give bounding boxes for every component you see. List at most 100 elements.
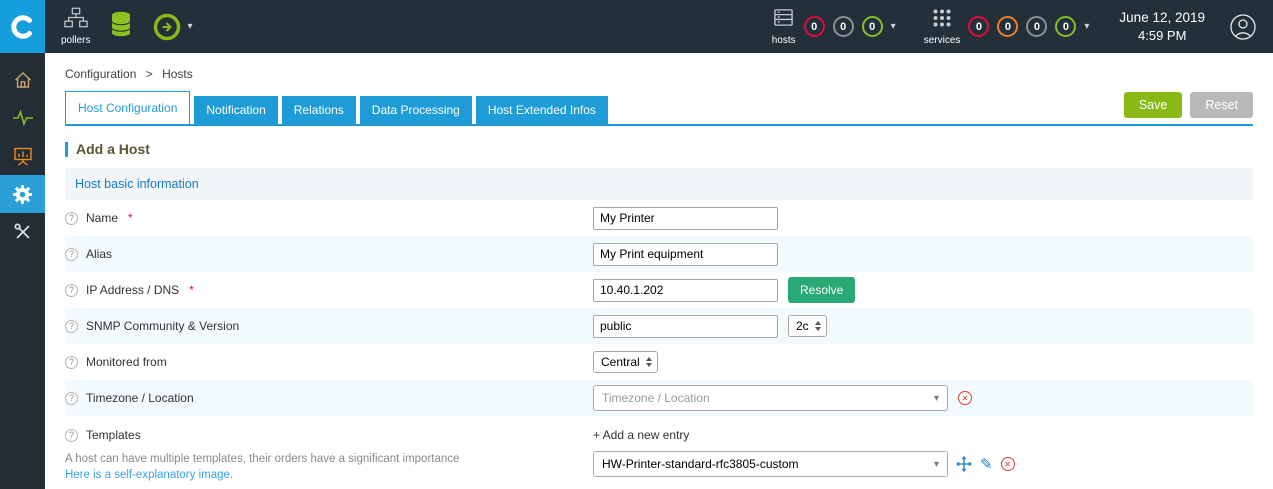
save-button[interactable]: Save	[1123, 92, 1183, 118]
database-status[interactable]	[110, 11, 132, 42]
form-row-alias: ? Alias	[65, 236, 1253, 272]
centreon-c-icon	[10, 14, 32, 39]
alias-input[interactable]	[593, 242, 778, 266]
gear-icon	[13, 184, 32, 204]
user-profile-button[interactable]	[1229, 13, 1257, 41]
name-input[interactable]	[593, 206, 778, 230]
form-row-snmp: ? SNMP Community & Version 2c	[65, 308, 1253, 344]
centreon-logo[interactable]	[0, 0, 45, 53]
pollers-label: pollers	[61, 35, 91, 46]
services-label: services	[923, 34, 961, 46]
services-ok-counter[interactable]: 0	[1055, 16, 1077, 37]
user-icon	[1230, 13, 1256, 40]
services-menu[interactable]: services	[923, 8, 961, 46]
snmp-label: SNMP Community & Version	[86, 319, 240, 333]
add-template-entry-link[interactable]: + Add a new entry	[593, 423, 1253, 447]
resolve-button[interactable]: Resolve	[788, 277, 856, 303]
templates-help-link[interactable]: Here is a self-explanatory image.	[65, 469, 593, 481]
help-icon[interactable]: ?	[65, 283, 78, 297]
form-row-name: ? Name *	[65, 200, 1253, 236]
pollers-icon	[64, 7, 88, 33]
sidebar-item-configuration[interactable]	[0, 175, 45, 213]
breadcrumb-hosts[interactable]: Hosts	[162, 67, 193, 81]
form-row-timezone: ? Timezone / Location Timezone / Locatio…	[65, 380, 1253, 416]
sidebar-nav	[0, 53, 45, 489]
hosts-unreachable-counter[interactable]: 0	[832, 16, 854, 37]
hosts-menu[interactable]: hosts	[772, 7, 796, 46]
help-icon[interactable]: ?	[65, 247, 78, 261]
chevron-down-icon[interactable]: ▾	[1084, 21, 1089, 32]
tab-data-processing[interactable]: Data Processing	[359, 96, 472, 124]
pollers-menu[interactable]: pollers	[61, 7, 90, 46]
form-row-ip-address: ? IP Address / DNS * Resolve	[65, 272, 1253, 308]
tab-bar: Host Configuration Notification Relation…	[65, 91, 1253, 126]
move-template-icon[interactable]	[956, 456, 972, 472]
breadcrumb-configuration[interactable]: Configuration	[65, 67, 136, 81]
tab-notification[interactable]: Notification	[194, 96, 278, 124]
home-icon	[14, 72, 31, 88]
select-arrows-icon	[645, 357, 652, 367]
template-selected-value: HW-Printer-standard-rfc3805-custom	[602, 457, 799, 471]
tab-host-extended-infos[interactable]: Host Extended Infos	[475, 96, 608, 124]
tab-host-configuration[interactable]: Host Configuration	[65, 91, 191, 124]
hosts-icon	[773, 7, 794, 33]
hosts-status-group: hosts 0 0 0 ▾	[772, 7, 896, 46]
ip-label: IP Address / DNS	[86, 283, 180, 297]
required-mark: *	[189, 283, 194, 297]
help-icon[interactable]: ?	[65, 355, 78, 369]
templates-help-text: A host can have multiple templates, thei…	[65, 453, 460, 465]
chevron-down-icon[interactable]: ▾	[891, 21, 896, 32]
timezone-select[interactable]: Timezone / Location ▾	[593, 385, 948, 411]
services-unknown-counter[interactable]: 0	[1026, 16, 1048, 37]
alias-label: Alias	[86, 247, 113, 261]
services-status-group: services 0 0 0 0 ▾	[923, 8, 1089, 46]
help-icon[interactable]: ?	[65, 211, 78, 225]
clear-timezone-icon[interactable]: ✕	[958, 391, 972, 405]
chevron-down-icon: ▾	[933, 392, 939, 404]
timezone-label: Timezone / Location	[86, 391, 194, 405]
breadcrumb: Configuration > Hosts	[45, 53, 1273, 81]
templates-label: Templates	[86, 428, 141, 442]
host-form: ? Name * ? Alias ? IP Address / DNS *	[65, 200, 1253, 489]
help-icon[interactable]: ?	[65, 391, 78, 405]
sidebar-item-administration[interactable]	[0, 213, 45, 251]
snmp-community-input[interactable]	[593, 314, 778, 338]
required-mark: *	[128, 211, 133, 225]
services-warning-counter[interactable]: 0	[997, 16, 1019, 37]
snmp-version-select[interactable]: 2c	[788, 315, 827, 337]
section-host-basic-information[interactable]: Host basic information	[65, 168, 1253, 200]
tab-actions: Save Reset	[1123, 92, 1253, 124]
services-critical-counter[interactable]: 0	[968, 16, 990, 37]
chart-board-icon	[13, 147, 32, 166]
main-content: Configuration > Hosts Host Configuration…	[45, 53, 1273, 489]
chevron-down-icon: ▾	[933, 458, 939, 470]
heartbeat-icon	[12, 109, 33, 127]
template-select[interactable]: HW-Printer-standard-rfc3805-custom ▾	[593, 451, 948, 477]
current-date: June 12, 2019	[1119, 10, 1205, 25]
page-title: Add a Host	[65, 141, 1253, 157]
breadcrumb-separator: >	[145, 67, 153, 81]
hosts-down-counter[interactable]: 0	[803, 16, 825, 37]
edit-template-icon[interactable]: ✎	[980, 457, 993, 472]
ip-address-input[interactable]	[593, 278, 778, 302]
clock: June 12, 2019 4:59 PM	[1119, 10, 1205, 43]
top-bar: pollers ▾ hosts 0 0 0 ▾ services 0 0 0 0…	[0, 0, 1273, 53]
delete-template-icon[interactable]: ✕	[1000, 457, 1015, 471]
hosts-up-counter[interactable]: 0	[861, 16, 883, 37]
timezone-placeholder: Timezone / Location	[602, 391, 710, 405]
chevron-down-icon[interactable]: ▾	[187, 21, 192, 32]
sidebar-item-monitoring[interactable]	[0, 99, 45, 137]
tab-relations[interactable]: Relations	[281, 96, 356, 124]
monitored-from-select[interactable]: Central	[593, 351, 658, 373]
database-icon	[110, 11, 132, 42]
reset-button[interactable]: Reset	[1190, 92, 1253, 118]
form-row-monitored-from: ? Monitored from Central	[65, 344, 1253, 380]
tools-icon	[13, 223, 30, 239]
help-icon[interactable]: ?	[65, 319, 78, 333]
monitored-from-label: Monitored from	[86, 355, 167, 369]
sidebar-item-home[interactable]	[0, 61, 45, 99]
platform-status-icon[interactable]	[152, 12, 182, 42]
help-icon[interactable]: ?	[65, 428, 78, 442]
select-arrows-icon	[814, 321, 821, 331]
sidebar-item-reporting[interactable]	[0, 137, 45, 175]
